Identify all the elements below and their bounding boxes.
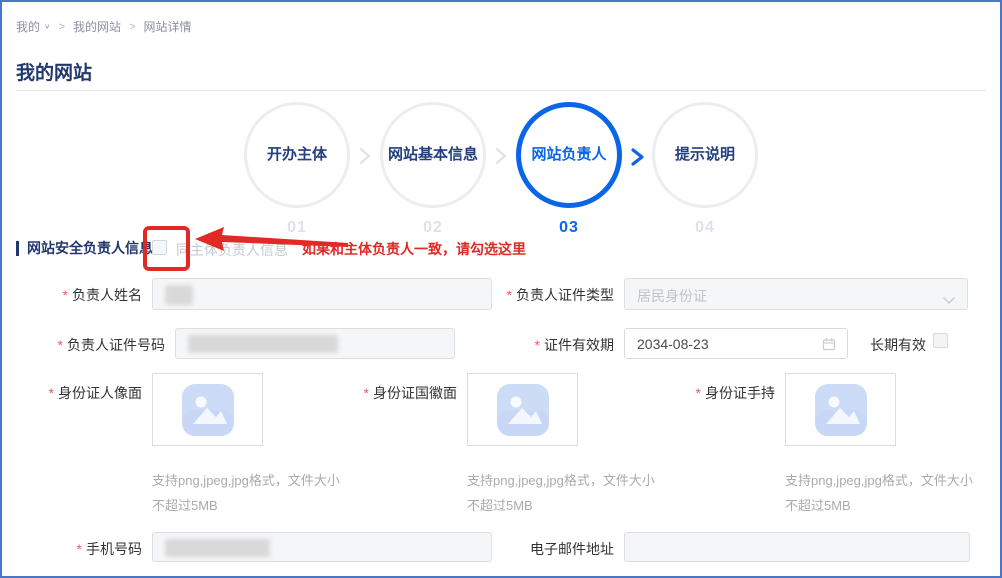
breadcrumb-item-my[interactable]: 我的 ∨ xyxy=(16,18,51,35)
section-title: 网站安全负责人信息 xyxy=(27,238,153,258)
required-marker: * xyxy=(535,337,540,353)
breadcrumb-label: 我的网站 xyxy=(73,18,121,35)
expiry-label: *证件有效期 xyxy=(464,335,614,355)
cert-type-label: *负责人证件类型 xyxy=(464,285,614,305)
step-tips: 提示说明 04 xyxy=(652,102,758,237)
cert-type-value: 居民身份证 xyxy=(637,286,707,306)
cert-number-input xyxy=(175,328,455,359)
required-marker: * xyxy=(364,385,369,401)
step-arrow-icon xyxy=(486,147,516,165)
required-marker: * xyxy=(63,287,68,303)
image-placeholder-icon xyxy=(181,383,235,437)
cert-type-select: 居民身份证 xyxy=(624,278,968,310)
step-label: 网站基本信息 xyxy=(388,147,478,164)
chevron-down-icon xyxy=(943,292,955,310)
cert-number-label: *负责人证件号码 xyxy=(15,335,165,355)
step-open-subject: 开办主体 01 xyxy=(244,102,350,237)
step-number: 02 xyxy=(423,219,443,237)
step-number: 04 xyxy=(695,219,715,237)
id-handheld-upload[interactable] xyxy=(785,373,896,446)
name-label: *负责人姓名 xyxy=(2,285,142,305)
step-circle: 提示说明 xyxy=(652,102,758,208)
breadcrumb: 我的 ∨ > 我的网站 > 网站详情 xyxy=(16,18,192,35)
step-label: 开办主体 xyxy=(267,147,327,164)
annotation-highlight-box xyxy=(143,226,190,271)
phone-input xyxy=(152,532,492,562)
step-circle: 开办主体 xyxy=(244,102,350,208)
long-term-checkbox[interactable] xyxy=(933,333,948,348)
step-circle: 网站基本信息 xyxy=(380,102,486,208)
name-input xyxy=(152,278,492,310)
required-marker: * xyxy=(77,541,82,557)
upload-hint: 支持png,jpeg,jpg格式，文件大小不超过5MB xyxy=(152,468,342,518)
stepper: 开办主体 01 网站基本信息 02 网站负责人 03 提示说明 xyxy=(2,102,1000,237)
image-placeholder-icon xyxy=(496,383,550,437)
email-label: 电子邮件地址 xyxy=(464,539,614,559)
id-front-label: *身份证人像面 xyxy=(2,383,142,403)
step-arrow-icon xyxy=(350,147,380,165)
id-front-upload[interactable] xyxy=(152,373,263,446)
step-circle: 网站负责人 xyxy=(516,102,622,208)
required-marker: * xyxy=(58,337,63,353)
expiry-date-value: 2034-08-23 xyxy=(637,336,709,352)
breadcrumb-item-website-detail: 网站详情 xyxy=(144,18,192,35)
id-handheld-label: *身份证手持 xyxy=(625,383,775,403)
upload-hint: 支持png,jpeg,jpg格式，文件大小不超过5MB xyxy=(467,468,657,518)
step-label: 提示说明 xyxy=(675,147,735,164)
redacted-name-value xyxy=(165,285,193,305)
calendar-icon[interactable] xyxy=(822,337,836,356)
breadcrumb-label: 我的 xyxy=(16,18,40,35)
id-back-upload[interactable] xyxy=(467,373,578,446)
redacted-phone-value xyxy=(165,539,270,557)
page: 我的 ∨ > 我的网站 > 网站详情 我的网站 开办主体 01 网站基本信息 0… xyxy=(0,0,1002,578)
image-placeholder-icon xyxy=(814,383,868,437)
id-back-label: *身份证国徽面 xyxy=(307,383,457,403)
breadcrumb-label: 网站详情 xyxy=(144,18,192,35)
title-divider xyxy=(16,90,986,91)
annotation-arrow-icon xyxy=(193,226,349,252)
email-input xyxy=(624,532,970,562)
step-site-basic-info: 网站基本信息 02 xyxy=(380,102,486,237)
long-term-label: 长期有效 xyxy=(870,335,926,355)
required-marker: * xyxy=(507,287,512,303)
phone-label: *手机号码 xyxy=(2,539,142,559)
breadcrumb-separator: > xyxy=(129,21,135,33)
breadcrumb-separator: > xyxy=(59,21,65,33)
step-number: 03 xyxy=(559,219,579,237)
upload-hint: 支持png,jpeg,jpg格式，文件大小不超过5MB xyxy=(785,468,975,518)
page-title: 我的网站 xyxy=(16,58,92,85)
section-accent-bar xyxy=(16,241,19,256)
step-label: 网站负责人 xyxy=(531,147,606,164)
expiry-date-input[interactable]: 2034-08-23 xyxy=(624,328,848,359)
step-arrow-icon-active xyxy=(622,147,652,167)
step-site-manager-active: 网站负责人 03 xyxy=(516,102,622,237)
redacted-cert-number-value xyxy=(188,335,338,353)
required-marker: * xyxy=(696,385,701,401)
required-marker: * xyxy=(49,385,54,401)
breadcrumb-item-my-websites[interactable]: 我的网站 xyxy=(73,18,121,35)
chevron-down-icon: ∨ xyxy=(44,22,51,31)
